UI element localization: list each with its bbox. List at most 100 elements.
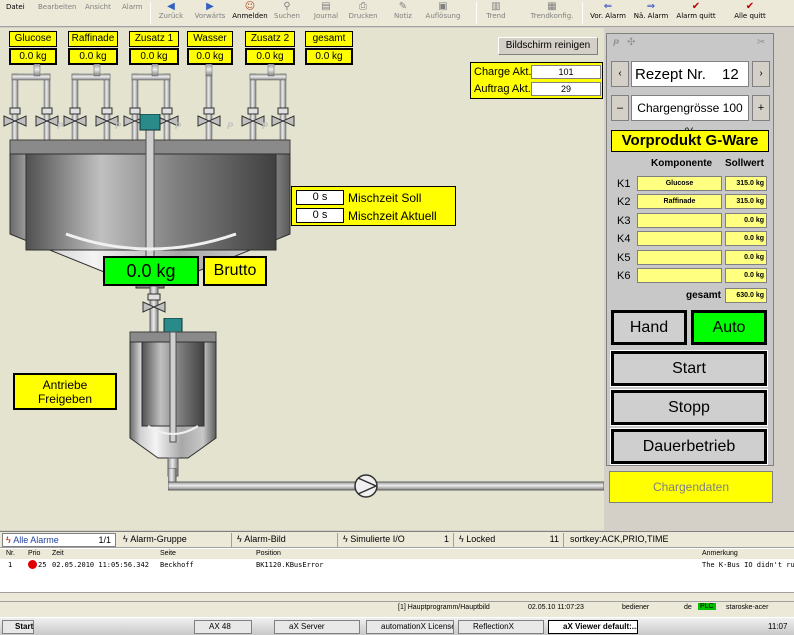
taskbar: Start AX 48 aX Server automationX Licens… — [0, 617, 794, 635]
trend-config-button[interactable]: ▦ Trendkonfig. — [528, 1, 576, 26]
col-anmerkung[interactable]: Anmerkung — [702, 549, 738, 559]
chevron-left-icon: ‹ — [618, 68, 622, 79]
status-time: 02.05.10 11:07:23 — [528, 604, 584, 611]
back-button[interactable]: ◀ Zurück — [156, 1, 186, 26]
start-button-taskbar[interactable]: Start — [2, 620, 34, 634]
drives-release-button[interactable]: Antriebe Freigeben — [13, 373, 117, 410]
charge-box: Charge Akt. 101 Auftrag Akt. 29 — [470, 62, 603, 99]
row-key: K3 — [617, 215, 631, 227]
tab-locked[interactable]: ϟ Locked 11 — [456, 533, 564, 547]
search-button[interactable]: ⚲ Suchen — [272, 1, 302, 26]
stop-button[interactable]: Stopp — [610, 389, 768, 426]
component-value-gesamt: 0.0 kg — [305, 48, 353, 65]
note-button[interactable]: ✎ Notiz — [390, 1, 416, 26]
pin-icon: ✣ — [627, 37, 636, 48]
search-icon: ⚲ — [283, 1, 291, 12]
component-label-gesamt: gesamt — [305, 31, 353, 47]
col-nr[interactable]: Nr. — [6, 549, 15, 559]
row-sollwert: 315.0 kg — [725, 194, 767, 209]
ack-all-button[interactable]: ✔ Alle quitt — [730, 1, 770, 26]
menu-datei[interactable]: Datei — [6, 3, 25, 11]
mix-time-soll-value: 0 s — [296, 190, 344, 205]
status-plc: PLC — [698, 603, 716, 610]
col-prio[interactable]: Prio — [28, 549, 40, 559]
print-button[interactable]: ⎙ Drucken — [346, 1, 380, 26]
col-position[interactable]: Position — [256, 549, 281, 559]
col-zeit[interactable]: Zeit — [52, 549, 64, 559]
ack-alarm-button[interactable]: ✔ Alarm quitt — [674, 1, 718, 26]
prev-alarm-button[interactable]: ⇐ Vor. Alarm — [588, 1, 628, 26]
forward-button[interactable]: ▶ Vorwärts — [190, 1, 230, 26]
lightning-icon: ϟ — [237, 534, 242, 544]
start-button[interactable]: Start — [610, 350, 768, 387]
col-seite[interactable]: Seite — [160, 549, 176, 559]
mix-time-box: 0 s Mischzeit Soll 0 s Mischzeit Aktuell — [291, 186, 456, 226]
recipe-label: Rezept Nr. — [635, 66, 706, 83]
p-marker: P — [613, 38, 620, 48]
row-sollwert: 0.0 kg — [725, 231, 767, 246]
resolution-button[interactable]: ▣ Auflösung — [422, 1, 464, 26]
alarm-panel: ϟ Alle Alarme 1/1 ϟ Alarm-Gruppe ϟ Alarm… — [0, 531, 794, 602]
storage-tank — [129, 318, 217, 477]
auto-mode-button[interactable]: Auto — [691, 310, 767, 345]
row-key: K2 — [617, 196, 631, 208]
row-component: Glucose — [637, 176, 722, 191]
recipe-display: Rezept Nr. 12 — [631, 61, 749, 87]
row-component: Raffinade — [637, 194, 722, 209]
task-license[interactable]: automationX License ... — [366, 620, 454, 634]
trend-button[interactable]: ▥ Trend — [484, 1, 508, 26]
task-ax48[interactable]: AX 48 — [194, 620, 252, 634]
row-sollwert: 0.0 kg — [725, 268, 767, 283]
journal-icon: ▤ — [321, 1, 331, 12]
row-component — [637, 250, 722, 265]
batch-data-button[interactable]: Chargendaten — [609, 471, 773, 503]
row-key: K5 — [617, 252, 631, 264]
task-ax-viewer[interactable]: aX Viewer default:... — [548, 620, 638, 634]
batch-size-display: Chargengrösse 100 % — [631, 95, 749, 139]
component-value-raffinade: 0.0 kg — [68, 48, 118, 65]
recipe-next-button[interactable]: › — [752, 61, 770, 87]
tab-alarm-picture[interactable]: ϟ Alarm-Bild — [234, 533, 338, 547]
row-sollwert: 0.0 kg — [725, 250, 767, 265]
tab-all-alarms[interactable]: ϟ Alle Alarme 1/1 — [2, 533, 116, 547]
lightning-icon: ϟ — [123, 534, 128, 544]
journal-button[interactable]: ▤ Journal — [308, 1, 344, 26]
hand-mode-button[interactable]: Hand — [611, 310, 687, 345]
recipe-prev-button[interactable]: ‹ — [611, 61, 629, 87]
user-icon: ☺ — [244, 1, 256, 12]
task-reflectionx[interactable]: ReflectionX — [458, 620, 544, 634]
task-ax-server[interactable]: aX Server — [274, 620, 360, 634]
next-alarm-button[interactable]: ⇒ Nä. Alarm — [632, 1, 670, 26]
tab-simulated-io[interactable]: ϟ Simulierte I/O 1 — [340, 533, 454, 547]
checkmark-all-icon: ✔ — [745, 1, 755, 12]
auftrag-label: Auftrag Akt. — [474, 83, 531, 95]
component-label-zusatz1: Zusatz 1 — [129, 31, 179, 47]
lightning-icon: ϟ — [343, 534, 348, 544]
login-button[interactable]: ☺ Anmelden — [232, 1, 268, 26]
batch-size-increase-button[interactable]: + — [752, 95, 770, 121]
trend-icon: ▥ — [491, 1, 501, 12]
status-lang: de — [684, 604, 692, 611]
status-user: bediener — [622, 604, 650, 611]
menu-bearbeiten[interactable]: Bearbeiten — [38, 3, 76, 11]
table-row[interactable]: 1 25 02.05.2010 11:05:56.342 Beckhoff BK… — [0, 560, 794, 570]
status-bar: [1] Hauptprogramm/Hauptbild 02.05.10 11:… — [0, 601, 794, 617]
tab-alarm-group[interactable]: ϟ Alarm-Gruppe — [120, 533, 232, 547]
product-name: Vorprodukt G-Ware — [611, 130, 769, 152]
menu-ansicht[interactable]: Ansicht — [85, 3, 111, 11]
component-value-zusatz1: 0.0 kg — [129, 48, 179, 65]
weight-mode-button[interactable]: Brutto — [203, 256, 267, 286]
component-value-glucose: 0.0 kg — [9, 48, 57, 65]
screen-clean-button[interactable]: Bildschirm reinigen — [498, 37, 598, 55]
mix-time-aktuell-label: Mischzeit Aktuell — [348, 209, 437, 223]
batch-size-decrease-button[interactable]: – — [611, 95, 629, 121]
status-screen: [1] Hauptprogramm/Hauptbild — [398, 604, 490, 611]
checkmark-icon: ✔ — [691, 1, 701, 12]
recipe-panel: P ✣ ✂ ‹ Rezept Nr. 12 › – Chargengrösse … — [606, 33, 774, 466]
row-key: K6 — [617, 270, 631, 282]
edit-icon: ✂ — [757, 37, 766, 48]
menu-alarm[interactable]: Alarm — [122, 3, 143, 11]
continuous-mode-button[interactable]: Dauerbetrieb — [610, 428, 768, 465]
alarm-table-header: Nr. Prio Zeit Seite Position Anmerkung — [0, 549, 794, 559]
mix-time-soll-label: Mischzeit Soll — [348, 191, 422, 205]
